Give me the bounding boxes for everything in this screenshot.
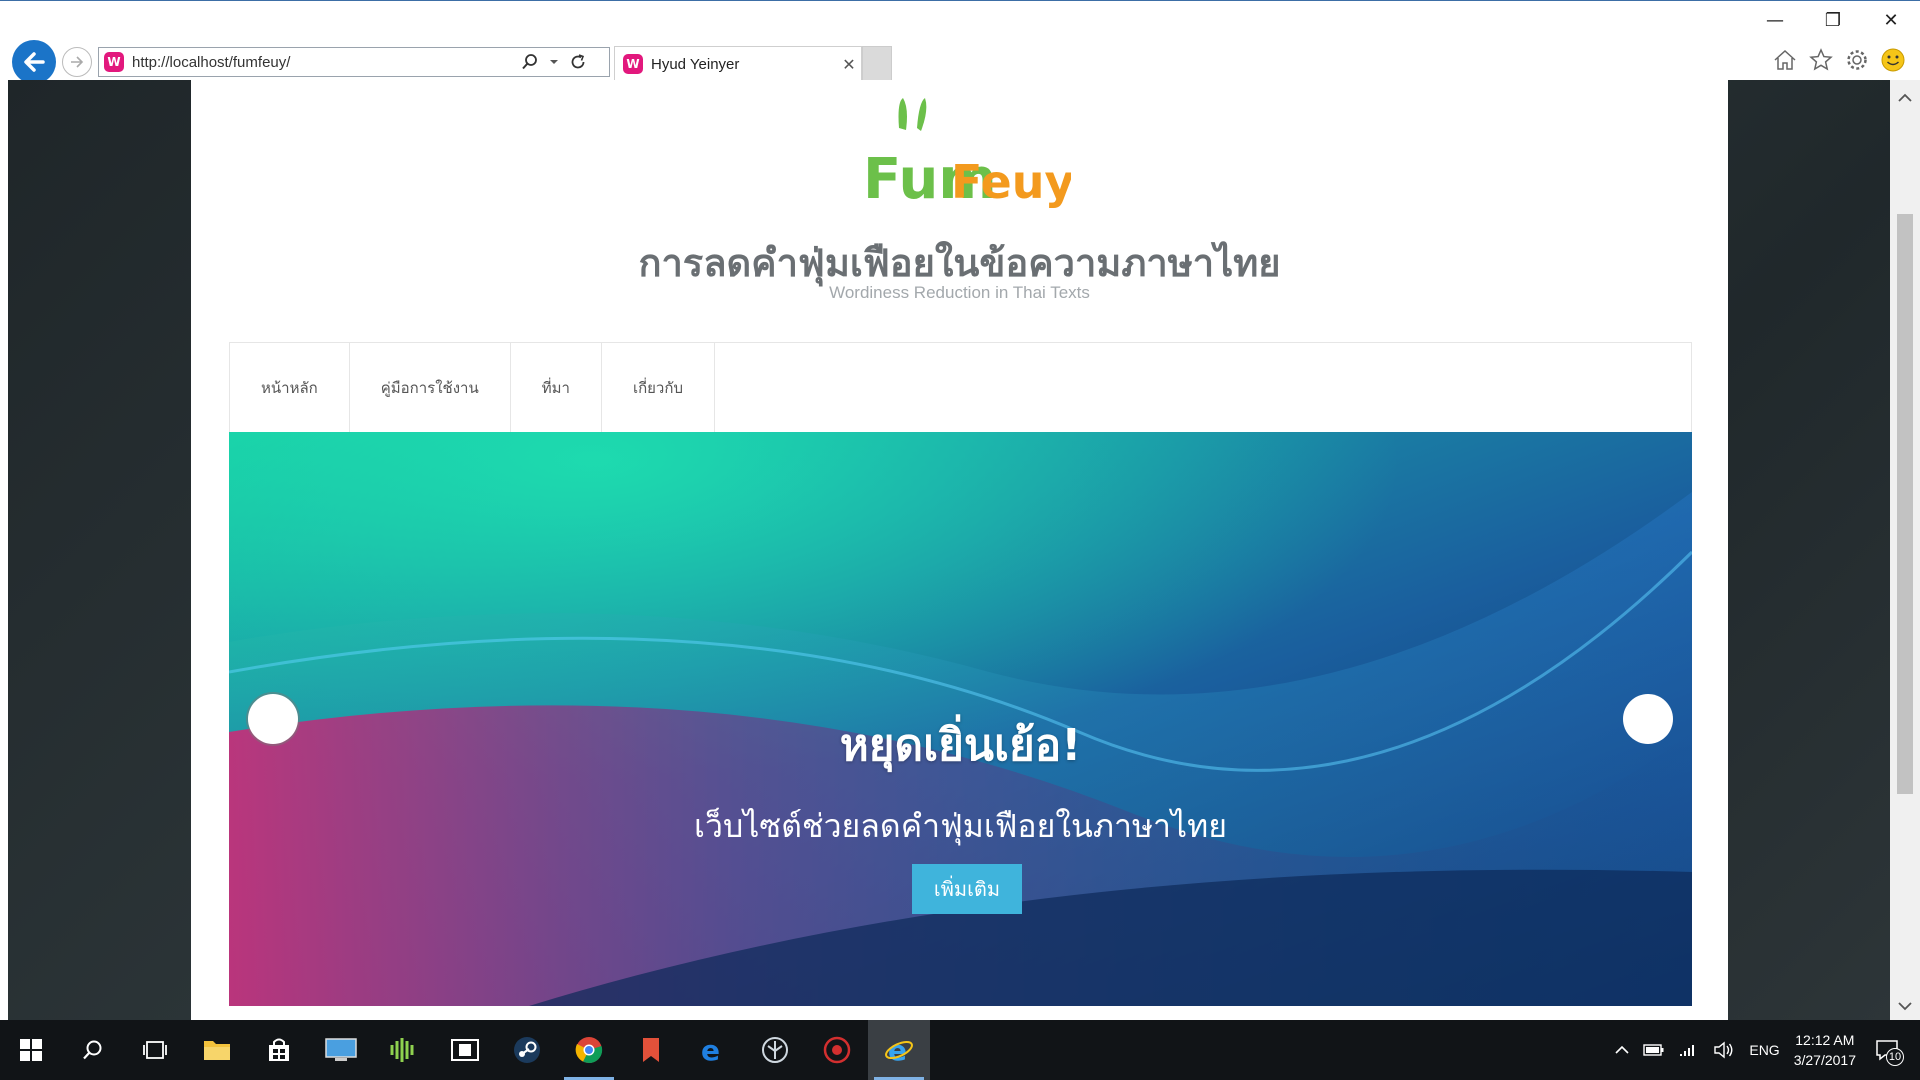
arrow-left-icon <box>24 52 45 72</box>
media-app-icon[interactable] <box>434 1020 496 1080</box>
internet-explorer-icon[interactable]: e <box>868 1020 930 1080</box>
clock[interactable]: 12:12 AM 3/27/2017 <box>1794 1030 1856 1070</box>
star-icon[interactable] <box>1808 47 1834 73</box>
dropdown-arrow-icon[interactable] <box>549 57 559 67</box>
close-icon[interactable]: ✕ <box>1862 1 1920 39</box>
read-more-button[interactable]: เพิ่มเติม <box>912 864 1022 914</box>
restore-icon[interactable]: ❐ <box>1804 1 1862 39</box>
new-tab-button[interactable] <box>862 46 892 81</box>
tab-favicon-icon: W <box>623 54 643 74</box>
audio-app-icon[interactable] <box>372 1020 434 1080</box>
app-icon[interactable] <box>744 1020 806 1080</box>
nav-item-home[interactable]: หน้าหลัก <box>230 343 350 432</box>
volume-icon[interactable] <box>1713 1041 1735 1059</box>
tab-title: Hyud Yeinyer <box>651 55 740 73</box>
svg-text:e: e <box>888 1035 907 1065</box>
slide-heading: หยุดเยิ่นเย้อ! <box>839 720 1082 771</box>
wifi-icon[interactable] <box>1679 1042 1699 1058</box>
close-tab-icon[interactable]: ✕ <box>837 55 861 74</box>
steam-icon[interactable] <box>496 1020 558 1080</box>
edge-icon[interactable]: e <box>682 1020 744 1080</box>
windows-start-icon[interactable] <box>0 1020 62 1080</box>
browser-toolbar <box>1772 47 1906 73</box>
smiley-icon[interactable] <box>1880 47 1906 73</box>
minimize-icon[interactable]: — <box>1746 1 1804 39</box>
window-controls: — ❐ ✕ <box>1746 1 1920 39</box>
site-tagline: Wordiness Reduction in Thai Texts <box>829 283 1090 302</box>
site-favicon-icon: W <box>104 52 124 72</box>
svg-text:e: e <box>701 1036 720 1064</box>
store-icon[interactable] <box>248 1020 310 1080</box>
nav-item-origin[interactable]: ที่มา <box>511 343 602 432</box>
chrome-icon[interactable] <box>558 1020 620 1080</box>
app-icon[interactable] <box>806 1020 868 1080</box>
language-indicator[interactable]: ENG <box>1749 1042 1779 1058</box>
refresh-icon[interactable] <box>569 53 587 71</box>
clock-time: 12:12 AM <box>1795 1032 1855 1048</box>
file-explorer-icon[interactable] <box>186 1020 248 1080</box>
forward-button[interactable] <box>62 47 92 77</box>
hero-slider: หยุดเยิ่นเย้อ! เว็บไซต์ช่วยลดคำฟุ่มเฟือย… <box>229 432 1692 1006</box>
battery-icon[interactable] <box>1643 1043 1665 1057</box>
address-bar[interactable]: W <box>98 47 610 77</box>
browser-chrome: — ❐ ✕ W W Hyud Ye <box>0 0 1920 84</box>
page-content: Fum Feuy การลดคำฟุ่มเฟือยในข้อความภาษาไท… <box>191 80 1728 1020</box>
task-view-icon[interactable] <box>124 1020 186 1080</box>
scrollbar-thumb[interactable] <box>1897 214 1913 794</box>
scroll-down-icon[interactable] <box>1890 996 1920 1016</box>
back-button[interactable] <box>12 40 56 84</box>
fumfeuy-logo[interactable]: Fum Feuy <box>851 94 1071 212</box>
arrow-right-icon <box>71 56 84 68</box>
notification-count-badge: 10 <box>1886 1048 1904 1066</box>
search-icon[interactable] <box>62 1020 124 1080</box>
app-icon[interactable] <box>620 1020 682 1080</box>
scroll-up-icon[interactable] <box>1890 88 1920 108</box>
url-input[interactable] <box>132 53 517 71</box>
notification-center[interactable]: 10 <box>1870 1030 1904 1070</box>
vertical-scrollbar[interactable] <box>1890 80 1920 1020</box>
gear-icon[interactable] <box>1844 47 1870 73</box>
system-tray: ENG 12:12 AM 3/27/2017 10 <box>1615 1020 1920 1080</box>
nav-item-about[interactable]: เกี่ยวกับ <box>602 343 715 432</box>
windows-taskbar: e e ENG 12:12 AM 3/27/2017 10 <box>0 1020 1920 1080</box>
svg-text:Feuy: Feuy <box>951 155 1071 209</box>
slide-subheading: เว็บไซต์ช่วยลดคำฟุ่มเฟือยในภาษาไทย <box>694 807 1227 845</box>
browser-tab[interactable]: W Hyud Yeinyer ✕ <box>614 46 862 81</box>
search-icon[interactable] <box>521 53 539 71</box>
clock-date: 3/27/2017 <box>1793 1052 1856 1068</box>
chevron-up-icon[interactable] <box>1615 1045 1629 1055</box>
home-icon[interactable] <box>1772 47 1798 73</box>
nav-item-user-guide[interactable]: คู่มือการใช้งาน <box>350 343 511 432</box>
remote-desktop-icon[interactable] <box>310 1020 372 1080</box>
main-navigation: หน้าหลัก คู่มือการใช้งาน ที่มา เกี่ยวกับ <box>229 342 1692 432</box>
